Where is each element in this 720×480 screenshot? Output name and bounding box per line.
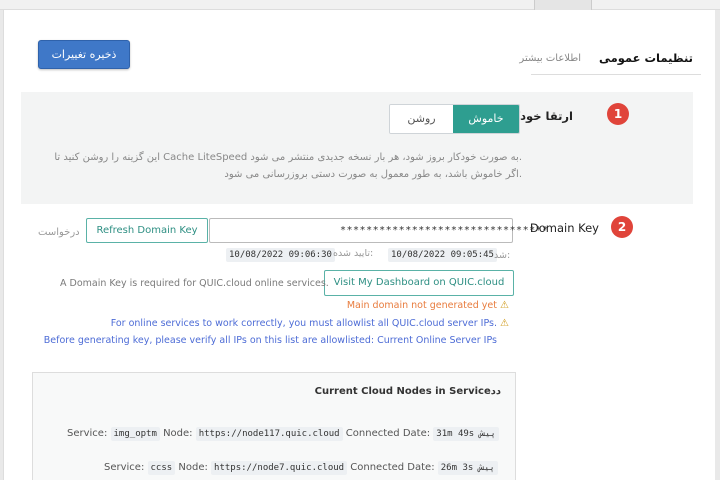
toggle-option-on[interactable]: روشن: [390, 105, 454, 133]
verify-ips-text: Before generating key, please verify all…: [43, 335, 375, 346]
node-url: https://node7.quic.cloud: [211, 461, 348, 475]
warning-message: Main domain not generated yet: [346, 300, 497, 311]
service-value: ccss: [147, 461, 176, 475]
node-row: Service: ccss Node: https://node7.quic.c…: [104, 461, 498, 475]
auto-upgrade-description-line1: این گزینه را روشن کنید تا Cache LiteSpee…: [54, 152, 522, 163]
node-label: Node:: [163, 428, 193, 439]
step-badge-2: 2: [611, 216, 633, 238]
service-value: img_optm: [110, 427, 160, 441]
connected-date-value: 31m 49s پیش: [433, 427, 499, 441]
verify-ips-note: Before generating key, please verify all…: [44, 335, 497, 346]
domain-key-required-note: A Domain Key is required for QUIC.cloud …: [60, 278, 329, 289]
save-changes-button[interactable]: ذخیره تغییرات: [38, 40, 130, 69]
verified-timestamp: 10/08/2022 09:05:45: [388, 248, 497, 262]
auto-upgrade-section: [21, 92, 693, 204]
request-timestamp: 10/08/2022 09:06:30: [226, 248, 335, 262]
refresh-domain-key-button[interactable]: Refresh Domain Key: [86, 218, 208, 243]
current-server-ips-link[interactable]: Current Online Server IPs: [377, 335, 497, 346]
request-label: درخواست: [38, 227, 80, 238]
header-divider: [531, 74, 701, 75]
visit-dashboard-button[interactable]: Visit My Dashboard on QUIC.cloud: [324, 270, 514, 296]
warning-allowlist: For online services to work correctly, y…: [111, 318, 509, 329]
domain-key-input[interactable]: ********************************: [209, 218, 548, 243]
connected-date-label: Connected Date:: [345, 428, 431, 439]
more-info-link[interactable]: اطلاعات بیشتر: [519, 53, 581, 64]
node-row: Service: img_optm Node: https://node117.…: [67, 427, 499, 441]
timestamp-suffix-label: شد:: [494, 250, 511, 261]
connected-date-label: Connected Date:: [350, 462, 435, 473]
node-url: https://node117.quic.cloud: [195, 427, 343, 441]
warning-domain-not-generated: Main domain not generated yet ⚠: [347, 300, 509, 311]
warning-message: For online services to work correctly, y…: [110, 318, 497, 329]
settings-panel: ذخیره تغییرات تنظیمات عمومی اطلاعات بیشت…: [3, 10, 715, 480]
auto-upgrade-description-line2: اگر خاموش باشد، به طور معمول به صورت دست…: [224, 169, 522, 180]
service-label: Service:: [67, 428, 108, 439]
auto-upgrade-toggle[interactable]: روشن خاموش: [389, 104, 520, 134]
service-label: Service:: [104, 462, 145, 473]
cloud-nodes-title: Current Cloud Nodes in Serviceدد: [314, 386, 501, 397]
top-bar-segment: [534, 0, 592, 10]
node-label: Node:: [178, 462, 208, 473]
warning-triangle-icon: ⚠: [500, 300, 509, 311]
verified-label: تایید شده:: [333, 248, 374, 259]
top-bar: [0, 0, 720, 10]
toggle-option-off[interactable]: خاموش: [453, 105, 519, 133]
page-title: تنظیمات عمومی: [598, 51, 693, 65]
connected-date-value: 26m 3s پیش: [437, 461, 498, 475]
warning-triangle-icon: ⚠: [500, 318, 509, 329]
step-badge-1: 1: [607, 103, 629, 125]
